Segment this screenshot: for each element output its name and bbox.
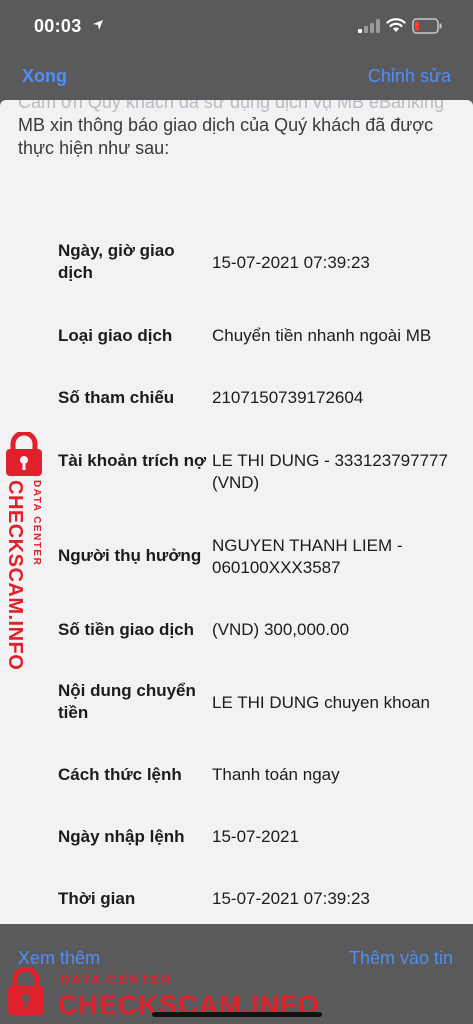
detail-value: Thanh toán ngay	[212, 765, 340, 784]
detail-label: Tài khoản trích nợ	[58, 451, 207, 470]
detail-value: LE THI DUNG - 333123797777 (VND)	[212, 451, 448, 492]
detail-value: (VND) 300,000.00	[212, 620, 350, 639]
wifi-icon	[386, 18, 406, 32]
detail-value: 15-07-2021	[212, 827, 299, 846]
detail-label: Cách thức lệnh	[58, 765, 182, 784]
status-bar: 00:03	[0, 0, 473, 54]
detail-value: NGUYEN THANH LIEM - 060100XXX3587	[212, 536, 403, 577]
detail-label: Ngày, giờ giao dịch	[58, 241, 175, 282]
lock-icon	[6, 432, 42, 476]
watermark-subtitle: DATA CENTER	[31, 480, 42, 567]
status-time: 00:03	[34, 16, 82, 36]
detail-label: Số tham chiếu	[58, 388, 175, 407]
detail-label: Người thụ hưởng	[58, 546, 202, 565]
watermark-subtitle: DATA CENTER	[60, 972, 173, 987]
bottom-bar: Xem thêm Thêm vào tin DATA CENTER CHECKS…	[0, 924, 473, 1024]
detail-value: 15-07-2021 07:39:23	[212, 889, 370, 908]
edit-button[interactable]: Chỉnh sửa	[368, 66, 451, 87]
message-intro: MB xin thông báo giao dịch của Quý khách…	[18, 115, 434, 158]
detail-label: Thời gian	[58, 889, 136, 908]
detail-value: 15-07-2021 07:39:23	[212, 253, 370, 272]
done-button[interactable]: Xong	[22, 66, 67, 87]
detail-value: Chuyển tiền nhanh ngoài MB	[212, 326, 432, 345]
detail-label: Số tiền giao dịch	[58, 620, 195, 639]
signal-icon	[358, 19, 380, 33]
watermark-brand: CHECKSCAM.INFO	[4, 480, 26, 671]
lock-icon	[8, 968, 44, 1015]
message-cut-line: Cảm ơn Quý khách đã sử dụng dịch vụ MB e…	[18, 100, 445, 112]
battery-low-icon	[412, 18, 442, 34]
detail-label: Nội dung chuyển tiền	[58, 681, 196, 722]
location-arrow-icon	[93, 20, 103, 30]
watermark-vertical: CHECKSCAM.INFO DATA CENTER	[0, 432, 54, 672]
detail-value: LE THI DUNG chuyen khoan	[212, 693, 430, 712]
home-indicator[interactable]	[152, 1012, 322, 1017]
detail-label: Ngày nhập lệnh	[58, 827, 185, 846]
message-body: Cảm ơn Quý khách đã sử dụng dịch vụ MB e…	[0, 100, 473, 924]
detail-label: Loại giao dịch	[58, 326, 173, 345]
detail-value: 2107150739172604	[212, 388, 364, 407]
nav-bar: Xong Chỉnh sửa	[0, 54, 473, 100]
